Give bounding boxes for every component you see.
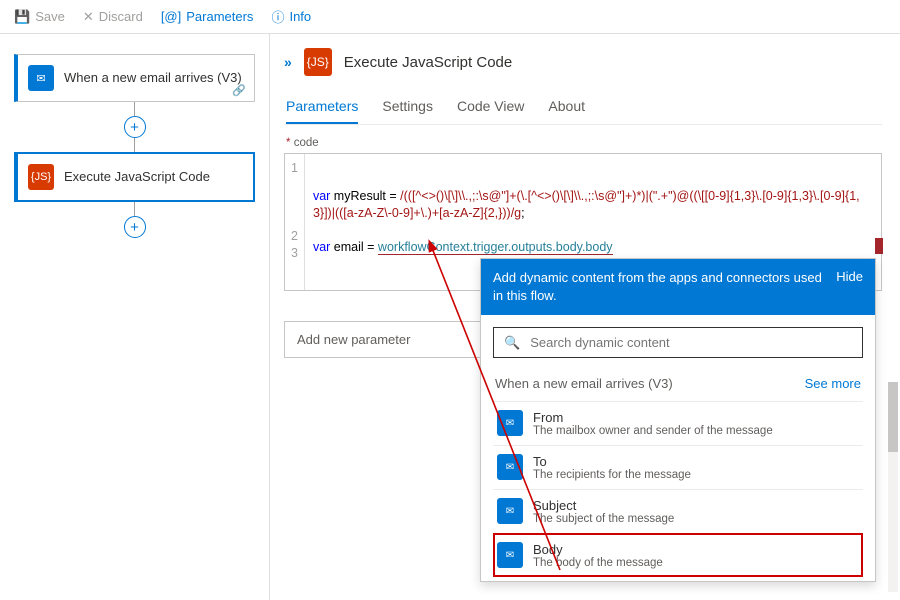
outlook-icon: ✉ xyxy=(497,542,523,568)
flyout-scrollbar[interactable] xyxy=(888,382,898,592)
flyout-header-text: Add dynamic content from the apps and co… xyxy=(493,269,822,305)
dynamic-item-desc: The body of the message xyxy=(533,557,663,569)
designer-canvas: ✉ When a new email arrives (V3) 🔗 + {JS}… xyxy=(0,34,270,600)
detail-tabs: Parameters Settings Code View About xyxy=(284,90,882,125)
connector: + xyxy=(14,102,255,152)
search-icon: 🔍 xyxy=(504,335,520,351)
action-label: Execute JavaScript Code xyxy=(64,169,210,186)
flyout-header: Add dynamic content from the apps and co… xyxy=(481,259,875,315)
dynamic-item-title: From xyxy=(533,410,773,425)
save-button[interactable]: 💾 Save xyxy=(14,9,65,25)
outlook-icon: ✉ xyxy=(497,454,523,480)
detail-title: Execute JavaScript Code xyxy=(344,54,512,71)
discard-icon: ✕ xyxy=(83,9,94,25)
info-button[interactable]: ⓘ Info xyxy=(271,7,311,26)
dynamic-item-title: To xyxy=(533,454,691,469)
discard-label: Discard xyxy=(99,9,143,24)
dynamic-item-desc: The recipients for the message xyxy=(533,469,691,481)
top-toolbar: 💾 Save ✕ Discard [@] Parameters ⓘ Info xyxy=(0,0,900,34)
line-gutter: 123 xyxy=(285,154,305,290)
dynamic-item-to[interactable]: ✉ ToThe recipients for the message xyxy=(493,445,863,489)
info-label: Info xyxy=(289,9,311,24)
outlook-icon: ✉ xyxy=(28,65,54,91)
trigger-step[interactable]: ✉ When a new email arrives (V3) 🔗 xyxy=(14,54,255,102)
tab-about[interactable]: About xyxy=(548,90,585,124)
group-title: When a new email arrives (V3) xyxy=(495,376,673,391)
discard-button[interactable]: ✕ Discard xyxy=(83,9,143,25)
error-marker xyxy=(875,238,883,254)
dynamic-item-subject[interactable]: ✉ SubjectThe subject of the message xyxy=(493,489,863,533)
dynamic-item-title: Subject xyxy=(533,498,674,513)
parameters-button[interactable]: [@] Parameters xyxy=(161,9,254,24)
link-icon: 🔗 xyxy=(232,84,246,97)
group-header: When a new email arrives (V3) See more xyxy=(493,372,863,401)
outlook-icon: ✉ xyxy=(497,410,523,436)
add-step-after-button[interactable]: + xyxy=(124,216,146,238)
outlook-icon: ✉ xyxy=(497,498,523,524)
code-field-label: * code xyxy=(286,137,882,149)
dynamic-item-body[interactable]: ✉ BodyThe body of the message xyxy=(493,533,863,577)
tab-code-view[interactable]: Code View xyxy=(457,90,524,124)
see-more-link[interactable]: See more xyxy=(805,376,861,391)
info-icon: ⓘ xyxy=(271,7,284,26)
parameters-icon: [@] xyxy=(161,9,181,24)
tab-parameters[interactable]: Parameters xyxy=(286,90,358,124)
save-label: Save xyxy=(35,9,65,24)
add-step-button[interactable]: + xyxy=(124,116,146,138)
dynamic-search[interactable]: 🔍 xyxy=(493,327,863,358)
js-icon: {JS} xyxy=(28,164,54,190)
dynamic-item-desc: The mailbox owner and sender of the mess… xyxy=(533,425,773,437)
dynamic-item-desc: The subject of the message xyxy=(533,513,674,525)
connector-end: + xyxy=(14,202,255,238)
dynamic-item-title: Body xyxy=(533,542,663,557)
dynamic-search-input[interactable] xyxy=(528,334,852,351)
js-badge-icon: {JS} xyxy=(304,48,332,76)
dynamic-content-flyout: Add dynamic content from the apps and co… xyxy=(480,258,876,582)
collapse-button[interactable]: » xyxy=(284,54,292,70)
parameters-label: Parameters xyxy=(186,9,253,24)
trigger-label: When a new email arrives (V3) xyxy=(64,70,242,87)
tab-settings[interactable]: Settings xyxy=(382,90,433,124)
action-step[interactable]: {JS} Execute JavaScript Code xyxy=(14,152,255,202)
save-icon: 💾 xyxy=(14,9,30,25)
dynamic-item-from[interactable]: ✉ FromThe mailbox owner and sender of the… xyxy=(493,401,863,445)
flyout-hide-button[interactable]: Hide xyxy=(836,269,863,305)
